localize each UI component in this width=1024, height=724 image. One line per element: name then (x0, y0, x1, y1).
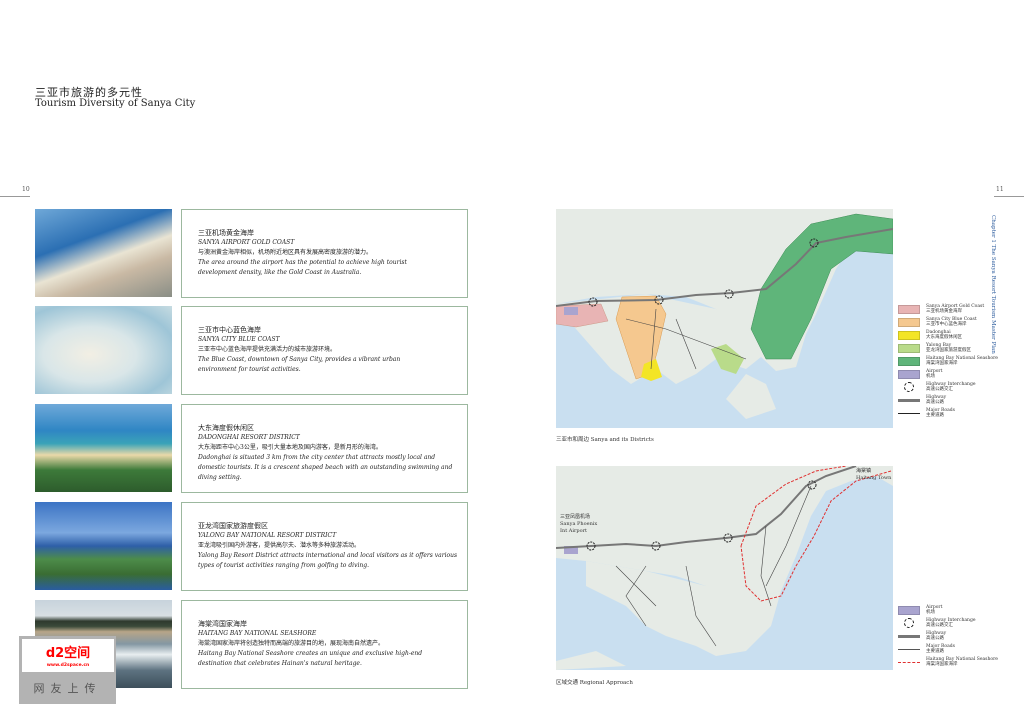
town-label-cn: 海棠镇 (856, 468, 872, 474)
map2-caption: 区域交通 Regional Approach (556, 680, 633, 686)
district-desc-en: Dadonghai is situated 3 km from the city… (198, 454, 453, 481)
airport-marker (564, 307, 578, 315)
district-desc-cn: 海棠湾国家海岸将创造独特而高端的旅游目的地，展现海南自然遗产。 (198, 640, 385, 647)
legend-swatch (898, 330, 920, 340)
district-name-cn: 海棠湾国家海岸 (198, 620, 247, 628)
legend-label-cn: 高速公路交汇 (926, 623, 953, 628)
photo-gold-coast (35, 209, 172, 297)
legend-label-cn: 主要道路 (926, 649, 944, 654)
district-desc-cn: 亚龙湾吸引国内外游客，提供高尔夫、潜水等多种旅游活动。 (198, 542, 361, 549)
legend-swatch (898, 356, 920, 366)
land (556, 651, 626, 670)
legend-label-cn: 三亚机场黄金海岸 (926, 309, 962, 314)
legend-swatch (898, 343, 920, 353)
town-label-en: Haitang Town (856, 475, 892, 481)
legend-label-cn: 主要道路 (926, 413, 944, 418)
district-name-cn: 三亚市中心蓝色海岸 (198, 326, 261, 334)
highway-interchange-icon (898, 382, 920, 392)
highway-line-icon (898, 398, 920, 402)
legend-label-cn: 高速公路 (926, 400, 944, 405)
legend-swatch (898, 369, 920, 379)
district-desc-en: The area around the airport has the pote… (198, 259, 407, 276)
map2-legend: Airport 机场 Highway Interchange 高速公路交汇 High… (898, 604, 998, 669)
photo-yalong-bay (35, 502, 172, 590)
legend-label-cn: 高速公路 (926, 636, 944, 641)
town-label: 海棠镇 Haitang Town (856, 468, 891, 482)
district-name-en: DADONGHAI RESORT DISTRICT (198, 434, 300, 441)
legend-label-cn: 亚龙湾国家旅游度假区 (926, 348, 971, 353)
legend-item: Highway Interchange 高速公路交汇 (898, 381, 998, 393)
airport-label-en: Sanya Phoenix Int Airport (560, 521, 598, 534)
regional-approach-map: 三亚凤凰机场 Sanya Phoenix Int Airport 海棠镇 Haita… (556, 466, 893, 670)
legend-label-cn: 大东海度假休闲区 (926, 335, 962, 340)
photo-dadonghai (35, 404, 172, 492)
divider (994, 196, 1024, 197)
watermark-text: 网友上传 (33, 682, 102, 695)
watermark-url: www.d2space.cn (46, 663, 90, 668)
legend-item: Yalong Bay 亚龙湾国家旅游度假区 (898, 342, 998, 354)
district-desc-en: Yalong Bay Resort District attracts inte… (198, 552, 458, 569)
divider (0, 196, 30, 197)
highway-line-icon (898, 634, 920, 638)
district-name-cn: 三亚机场黄金海岸 (198, 229, 254, 237)
legend-label-cn: 机场 (926, 610, 935, 615)
district-name-cn: 亚龙湾国家旅游度假区 (198, 522, 268, 530)
legend-item: Sanya Airport Gold Coast 三亚机场黄金海岸 (898, 303, 998, 315)
legend-label-cn: 海棠湾国家海岸 (926, 361, 958, 366)
page-number-left: 10 (22, 186, 30, 193)
legend-item: Highway Interchange 高速公路交汇 (898, 617, 998, 629)
legend-label-cn: 海棠湾国家海岸 (926, 662, 958, 667)
district-desc-cn: 与澳洲黄金海岸相似，机场附近地区具有发展高密度旅游的潜力。 (198, 249, 373, 256)
legend-item: Major Roads 主要道路 (898, 643, 998, 655)
legend-item: Sanya City Blue Coast 三亚市中心蓝色海岸 (898, 316, 998, 328)
map1-legend: Sanya Airport Gold Coast 三亚机场黄金海岸 Sanya C… (898, 303, 998, 420)
legend-item: Airport 机场 (898, 604, 998, 616)
legend-item: Dadonghai 大东海度假休闲区 (898, 329, 998, 341)
district-name-en: SANYA AIRPORT GOLD COAST (198, 239, 295, 246)
legend-item: Highway 高速公路 (898, 630, 998, 642)
page-number-right: 11 (996, 186, 1004, 193)
district-card: 三亚机场黄金海岸 SANYA AIRPORT GOLD COAST 与澳洲黄金海… (181, 209, 468, 298)
legend-swatch (898, 605, 920, 615)
district-name-en: YALONG BAY NATIONAL RESORT DISTRICT (198, 532, 337, 539)
district-name-en: SANYA CITY BLUE COAST (198, 336, 280, 343)
road-line-icon (898, 648, 920, 650)
photo-blue-coast (35, 306, 172, 394)
legend-label-cn: 高速公路交汇 (926, 387, 953, 392)
district-name-cn: 大东海度假休闲区 (198, 424, 254, 432)
district-card: 大东海度假休闲区 DADONGHAI RESORT DISTRICT 大东海距市… (181, 404, 468, 493)
island (726, 374, 776, 419)
legend-label-cn: 机场 (926, 374, 935, 379)
watermark-logo-text: d2空间 (45, 646, 91, 661)
legend-item: Haitang Bay National Seashore 海棠湾国家海岸 (898, 355, 998, 367)
map1-caption: 三亚市和周边 Sanya and its Districts (556, 437, 654, 443)
watermark: d2空间 www.d2space.cn 网友上传 (19, 636, 116, 704)
road-line-icon (898, 412, 920, 414)
legend-item: Airport 机场 (898, 368, 998, 380)
watermark-logo: d2空间 www.d2space.cn (22, 639, 114, 672)
legend-swatch (898, 304, 920, 314)
district-desc-en: The Blue Coast, downtown of Sanya City, … (198, 356, 401, 373)
legend-item: Highway 高速公路 (898, 394, 998, 406)
district-card: 三亚市中心蓝色海岸 SANYA CITY BLUE COAST 三亚市中心蓝色海… (181, 306, 468, 395)
district-name-en: HAITANG BAY NATIONAL SEASHORE (198, 630, 317, 637)
highway-interchange-icon (898, 618, 920, 628)
district-desc-cn: 大东海距市中心3公里，吸引大量本地及国内游客，是新月形的海湾。 (198, 444, 382, 451)
districts-map (556, 209, 893, 428)
legend-item: Haitang Bay National Seashore 海棠湾国家海岸 (898, 656, 998, 668)
district-card: 海棠湾国家海岸 HAITANG BAY NATIONAL SEASHORE 海棠… (181, 600, 468, 689)
district-desc-cn: 三亚市中心蓝色海岸提供充满活力的城市旅游环境。 (198, 346, 337, 353)
airport-label-cn: 三亚凤凰机场 (560, 514, 591, 520)
district-desc-en: Haitang Bay National Seashore creates an… (198, 650, 423, 667)
airport-label: 三亚凤凰机场 Sanya Phoenix Int Airport (560, 514, 600, 535)
seashore-line-icon (898, 661, 920, 663)
page-title-en: Tourism Diversity of Sanya City (35, 98, 196, 109)
legend-label-cn: 三亚市中心蓝色海岸 (926, 322, 967, 327)
legend-item: Major Roads 主要道路 (898, 407, 998, 419)
legend-swatch (898, 317, 920, 327)
district-card: 亚龙湾国家旅游度假区 YALONG BAY NATIONAL RESORT DI… (181, 502, 468, 591)
